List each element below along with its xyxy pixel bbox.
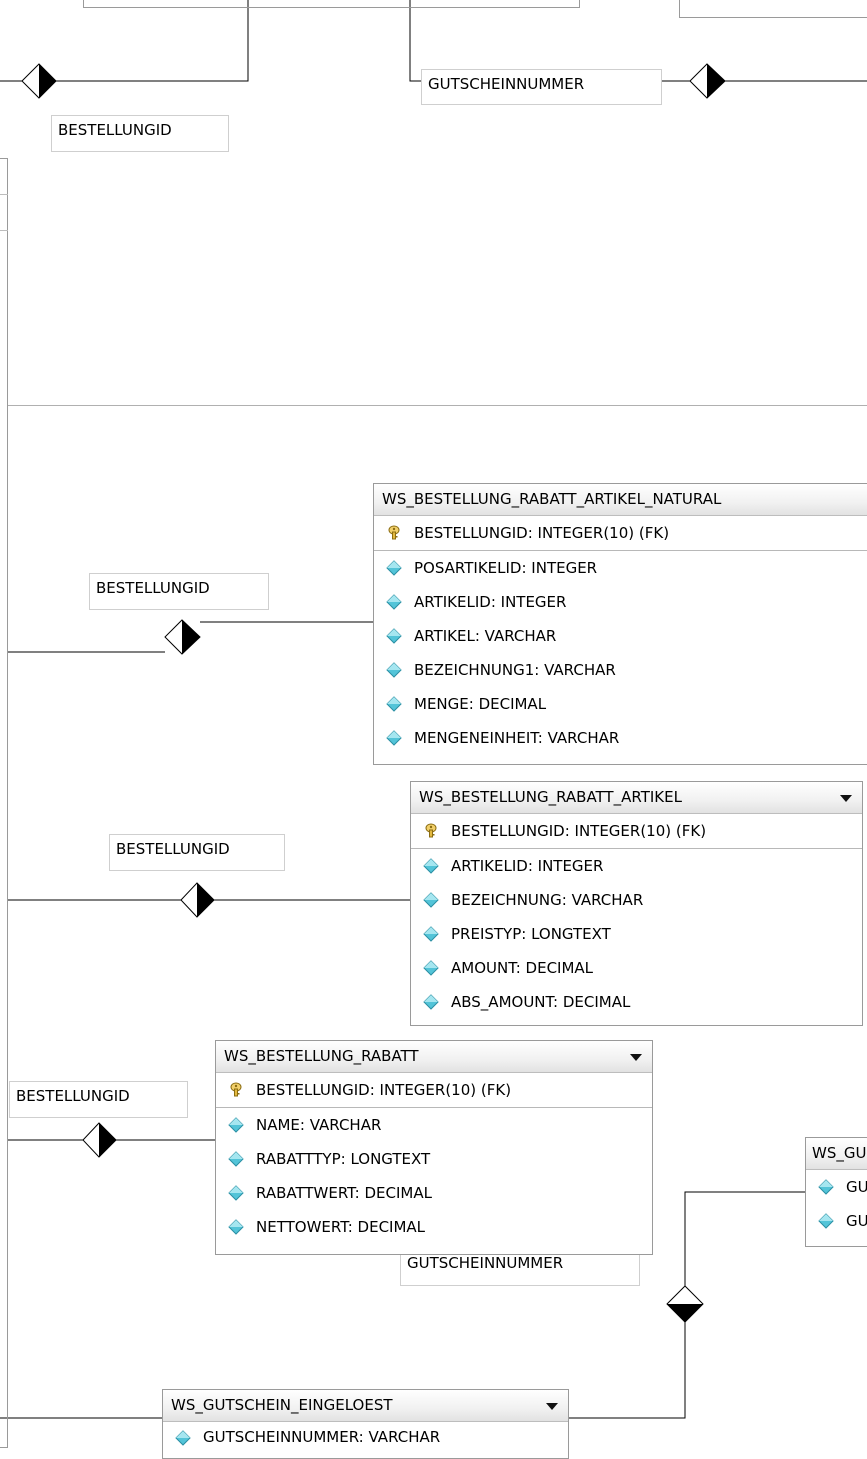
key-icon	[425, 823, 437, 838]
entity-title[interactable]: WS_GUTSCHEIN_EINGELOEST	[163, 1390, 568, 1422]
key-icon	[230, 1082, 242, 1097]
relationship-diamond-icon	[180, 882, 215, 918]
relationship-diamond-icon	[164, 619, 201, 655]
diamond-column-icon	[228, 1219, 244, 1235]
relationship-label-bestellungid: BESTELLUNGID	[89, 573, 269, 610]
diamond-column-icon	[818, 1179, 834, 1195]
diamond-column-icon	[386, 730, 402, 746]
column-row[interactable]: MENGENEINHEIT: VARCHAR	[374, 721, 867, 755]
relationship-label-bestellungid: BESTELLUNGID	[9, 1081, 188, 1118]
column-row[interactable]: BEZEICHNUNG1: VARCHAR	[374, 653, 867, 687]
relationship-diamond-icon	[689, 63, 726, 99]
column-label: BESTELLUNGID: INTEGER(10) (FK)	[451, 822, 707, 840]
column-row[interactable]: RABATTTYP: LONGTEXT	[216, 1142, 652, 1176]
column-label: GUTSCHEINNUMMER: VARCHAR	[203, 1428, 441, 1446]
column-row[interactable]: BEZEICHNUNG: VARCHAR	[411, 883, 862, 917]
column-row[interactable]: ARTIKELID: INTEGER	[374, 585, 867, 619]
entity-title-text: WS_GUTSCHEIN_EINGELOEST	[171, 1396, 393, 1414]
column-label: NETTOWERT: DECIMAL	[256, 1218, 426, 1236]
diamond-column-icon	[423, 892, 439, 908]
primary-key-column[interactable]: BESTELLUNGID: INTEGER(10) (FK)	[411, 814, 862, 849]
column-row[interactable]: RABATTWERT: DECIMAL	[216, 1176, 652, 1210]
column-label: MENGENEINHEIT: VARCHAR	[414, 729, 620, 747]
diamond-column-icon	[423, 994, 439, 1010]
column-label: POSARTIKELID: INTEGER	[414, 559, 598, 577]
column-row[interactable]: PREISTYP: LONGTEXT	[411, 917, 862, 951]
column-label: MENGE: DECIMAL	[414, 695, 547, 713]
column-row[interactable]: ARTIKEL: VARCHAR	[374, 619, 867, 653]
entity-title[interactable]: WS_BESTELLUNG_RABATT_ARTIKEL	[411, 782, 862, 814]
relationship-label-bestellungid: BESTELLUNGID	[109, 834, 285, 871]
key-icon	[388, 525, 400, 540]
table-frame-top-center	[83, 0, 580, 8]
diamond-column-icon	[386, 696, 402, 712]
column-label: RABATTTYP: LONGTEXT	[256, 1150, 431, 1168]
column-label: BESTELLUNGID: INTEGER(10) (FK)	[414, 524, 670, 542]
diamond-column-icon	[228, 1185, 244, 1201]
column-label: GU	[846, 1212, 867, 1230]
column-label: ABS_AMOUNT: DECIMAL	[451, 993, 631, 1011]
relationship-label-bestellungid: BESTELLUNGID	[51, 115, 229, 152]
column-label: ARTIKEL: VARCHAR	[414, 627, 557, 645]
chevron-down-icon[interactable]	[840, 795, 852, 802]
diamond-column-icon	[228, 1117, 244, 1133]
diamond-column-icon	[386, 628, 402, 644]
relationship-diamond-icon	[666, 1285, 704, 1323]
column-label: AMOUNT: DECIMAL	[451, 959, 594, 977]
entity-ws-bestellung-rabatt-artikel[interactable]: WS_BESTELLUNG_RABATT_ARTIKEL BESTELLUNGI…	[410, 781, 863, 1026]
column-label: GU	[846, 1178, 867, 1196]
table-frame-left-row-divider	[0, 230, 8, 231]
column-label: NAME: VARCHAR	[256, 1116, 382, 1134]
diamond-column-icon	[423, 858, 439, 874]
diamond-column-icon	[386, 560, 402, 576]
entity-ws-bestellung-rabatt-artikel-natural[interactable]: WS_BESTELLUNG_RABATT_ARTIKEL_NATURAL BES…	[373, 483, 867, 765]
column-label: RABATTWERT: DECIMAL	[256, 1184, 432, 1202]
column-row[interactable]: POSARTIKELID: INTEGER	[374, 551, 867, 585]
column-row[interactable]: GUTSCHEINNUMMER: VARCHAR	[163, 1422, 568, 1455]
column-label: ARTIKELID: INTEGER	[451, 857, 604, 875]
diamond-column-icon	[228, 1151, 244, 1167]
column-label: ARTIKELID: INTEGER	[414, 593, 567, 611]
entity-ws-gutschein-partial[interactable]: WS_GU GU GU	[805, 1137, 867, 1247]
column-label: BEZEICHNUNG1: VARCHAR	[414, 661, 616, 679]
chevron-down-icon[interactable]	[546, 1403, 558, 1410]
column-row[interactable]: MENGE: DECIMAL	[374, 687, 867, 721]
column-label: BEZEICHNUNG: VARCHAR	[451, 891, 644, 909]
column-row[interactable]: GU	[806, 1170, 867, 1204]
primary-key-column[interactable]: BESTELLUNGID: INTEGER(10) (FK)	[216, 1073, 652, 1108]
column-row[interactable]: ABS_AMOUNT: DECIMAL	[411, 985, 862, 1019]
table-frame-wide-divider	[8, 405, 867, 406]
column-row[interactable]: NETTOWERT: DECIMAL	[216, 1210, 652, 1244]
column-row[interactable]: AMOUNT: DECIMAL	[411, 951, 862, 985]
entity-title-text: WS_BESTELLUNG_RABATT	[224, 1047, 419, 1065]
relationship-label-gutscheinnummer: GUTSCHEINNUMMER	[421, 69, 662, 105]
table-frame-top-right	[679, 0, 867, 18]
entity-ws-bestellung-rabatt[interactable]: WS_BESTELLUNG_RABATT BESTELLUNGID: INTEG…	[215, 1040, 653, 1255]
diamond-column-icon	[818, 1213, 834, 1229]
relationship-diamond-icon	[21, 63, 57, 99]
column-row[interactable]: GU	[806, 1204, 867, 1238]
primary-key-column[interactable]: BESTELLUNGID: INTEGER(10) (FK)	[374, 516, 867, 551]
entity-title[interactable]: WS_BESTELLUNG_RABATT_ARTIKEL_NATURAL	[374, 484, 867, 516]
diamond-column-icon	[423, 926, 439, 942]
diamond-column-icon	[175, 1430, 191, 1446]
entity-title[interactable]: WS_GU	[806, 1138, 867, 1170]
column-row[interactable]: ARTIKELID: INTEGER	[411, 849, 862, 883]
table-frame-left-header-divider	[0, 194, 8, 195]
diamond-column-icon	[423, 960, 439, 976]
diamond-column-icon	[386, 594, 402, 610]
diamond-column-icon	[386, 662, 402, 678]
relationship-diamond-icon	[82, 1122, 117, 1158]
column-row[interactable]: NAME: VARCHAR	[216, 1108, 652, 1142]
entity-ws-gutschein-eingeloest[interactable]: WS_GUTSCHEIN_EINGELOEST GUTSCHEINNUMMER:…	[162, 1389, 569, 1459]
chevron-down-icon[interactable]	[630, 1054, 642, 1061]
entity-title[interactable]: WS_BESTELLUNG_RABATT	[216, 1041, 652, 1073]
entity-title-text: WS_BESTELLUNG_RABATT_ARTIKEL	[419, 788, 682, 806]
column-label: BESTELLUNGID: INTEGER(10) (FK)	[256, 1081, 512, 1099]
table-frame-left	[0, 158, 8, 1448]
column-label: PREISTYP: LONGTEXT	[451, 925, 611, 943]
